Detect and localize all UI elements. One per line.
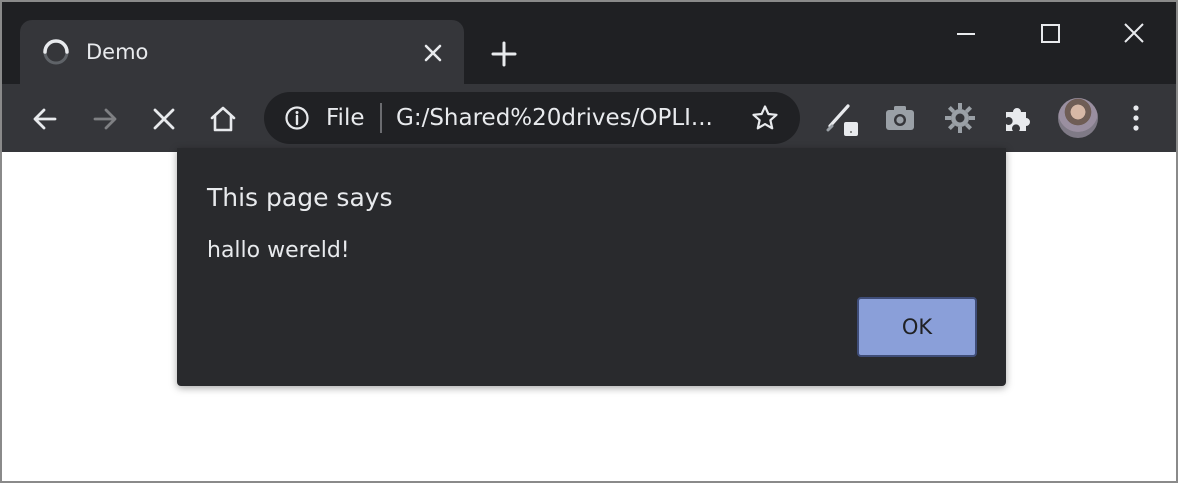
plus-icon[interactable] bbox=[488, 38, 520, 70]
dialog-message: hallo wereld! bbox=[207, 238, 350, 263]
scheme-label: File bbox=[326, 105, 365, 131]
arrow-left-icon[interactable] bbox=[28, 102, 62, 136]
home-icon[interactable] bbox=[206, 102, 240, 136]
close-icon[interactable] bbox=[420, 40, 446, 66]
pen-icon[interactable] bbox=[824, 100, 860, 136]
window-close-icon[interactable] bbox=[1114, 16, 1154, 52]
puzzle-icon[interactable] bbox=[1000, 100, 1036, 136]
toolbar: File G:/Shared%20drives/OPLI... bbox=[2, 84, 1176, 152]
address-separator bbox=[380, 103, 382, 133]
url-text[interactable]: G:/Shared%20drives/OPLI... bbox=[396, 103, 713, 133]
loading-spinner-icon bbox=[43, 39, 69, 65]
ok-button[interactable]: OK bbox=[857, 297, 977, 357]
arrow-right-icon[interactable] bbox=[88, 102, 122, 136]
tab-title: Demo bbox=[86, 40, 149, 64]
star-icon[interactable] bbox=[750, 103, 780, 133]
kebab-menu-icon[interactable] bbox=[1124, 100, 1148, 136]
avatar[interactable] bbox=[1058, 98, 1098, 138]
alert-dialog: This page says hallo wereld! OK bbox=[177, 148, 1006, 386]
address-bar[interactable]: File G:/Shared%20drives/OPLI... bbox=[264, 92, 800, 144]
tab-strip: Demo bbox=[2, 2, 1176, 84]
browser-window: Demo File G:/Shared%20drives/OPLI... Thi… bbox=[0, 0, 1178, 483]
info-icon[interactable] bbox=[284, 105, 310, 131]
maximize-icon[interactable] bbox=[1030, 16, 1070, 52]
minimize-icon[interactable] bbox=[946, 16, 986, 52]
gear-icon[interactable] bbox=[942, 100, 978, 136]
stop-icon[interactable] bbox=[147, 102, 181, 136]
tab-demo[interactable]: Demo bbox=[20, 20, 464, 84]
camera-icon[interactable] bbox=[882, 100, 918, 136]
dialog-title: This page says bbox=[207, 183, 393, 212]
